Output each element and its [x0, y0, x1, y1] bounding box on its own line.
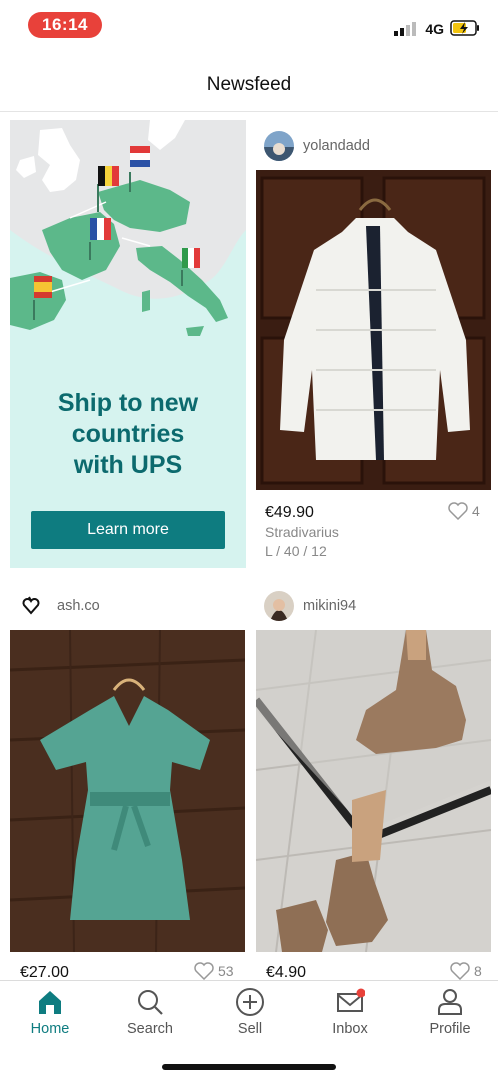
- item-price: €4.90: [266, 964, 307, 980]
- item-photo-jacket[interactable]: [256, 170, 491, 490]
- favorite-button[interactable]: 8: [450, 962, 482, 980]
- white-puffer-jacket-image: [256, 170, 491, 490]
- signal-icon: [394, 22, 416, 36]
- promo-line-1: Ship to new: [57, 389, 199, 417]
- home-indicator[interactable]: [162, 1064, 336, 1070]
- network-type: 4G: [425, 21, 444, 37]
- tab-home[interactable]: Home: [5, 987, 95, 1047]
- tab-sell[interactable]: Sell: [205, 987, 295, 1047]
- mail-icon: [337, 988, 365, 1012]
- promo-line-3: with UPS: [73, 451, 183, 479]
- item-price: €49.90: [265, 504, 314, 521]
- item-size: L / 40 / 12: [265, 543, 327, 559]
- ups-promo-card[interactable]: Ship to new countries with UPS Learn mor…: [10, 120, 246, 568]
- item-photo-boots[interactable]: [256, 630, 491, 952]
- favorite-button[interactable]: 4: [448, 502, 480, 520]
- tab-label: Profile: [429, 1021, 471, 1037]
- seller-username[interactable]: mikini94: [303, 598, 356, 614]
- favorite-count: 4: [472, 503, 480, 519]
- item-brand: Stradivarius: [265, 524, 339, 540]
- seller-username[interactable]: ash.co: [57, 598, 100, 614]
- seller-row-ash-co[interactable]: ash.co: [18, 588, 100, 624]
- heart-icon: [194, 962, 214, 980]
- heart-icon: [450, 962, 470, 980]
- avatar[interactable]: [18, 593, 44, 619]
- tab-inbox[interactable]: Inbox: [305, 987, 395, 1047]
- avatar-image: [264, 131, 294, 161]
- item-price: €27.00: [20, 964, 69, 980]
- favorite-count: 8: [474, 963, 482, 979]
- seller-username[interactable]: yolandadd: [303, 138, 370, 154]
- battery-charging-icon: [450, 20, 479, 36]
- newsfeed-grid[interactable]: Ship to new countries with UPS Learn mor…: [0, 112, 498, 980]
- green-dress-image: [10, 630, 245, 952]
- tab-label: Search: [127, 1021, 173, 1037]
- promo-line-2: countries: [71, 420, 185, 448]
- seller-row-mikini94[interactable]: mikini94: [264, 588, 356, 624]
- tab-label: Home: [30, 1021, 70, 1037]
- tab-search[interactable]: Search: [105, 987, 195, 1047]
- home-icon: [39, 991, 61, 1014]
- seller-row-yolandadd[interactable]: yolandadd: [264, 128, 370, 164]
- status-bar: 16:14 4G: [0, 0, 498, 52]
- learn-more-button[interactable]: Learn more: [31, 511, 225, 549]
- plus-circle-icon: [236, 988, 264, 1016]
- notification-dot: [356, 988, 365, 998]
- person-icon: [438, 989, 462, 1015]
- europe-map-illustration: [10, 120, 246, 360]
- favorite-count: 53: [218, 963, 234, 979]
- page-title: Newsfeed: [206, 74, 292, 95]
- vine-heart-logo-icon: [18, 593, 44, 619]
- top-bar: Newsfeed: [0, 52, 498, 112]
- promo-headline: Ship to new countries with UPS: [10, 388, 246, 481]
- heart-icon: [448, 502, 468, 520]
- tab-label: Inbox: [332, 1021, 368, 1037]
- tab-label: Sell: [237, 1021, 263, 1037]
- avatar-image: [264, 591, 294, 621]
- avatar[interactable]: [264, 131, 294, 161]
- search-icon: [138, 990, 163, 1015]
- status-time: 16:14: [28, 12, 102, 38]
- item-photo-dress[interactable]: [10, 630, 245, 952]
- tab-profile[interactable]: Profile: [405, 987, 495, 1047]
- suede-wedge-boots-image: [256, 630, 491, 952]
- favorite-button[interactable]: 53: [194, 962, 234, 980]
- avatar[interactable]: [264, 591, 294, 621]
